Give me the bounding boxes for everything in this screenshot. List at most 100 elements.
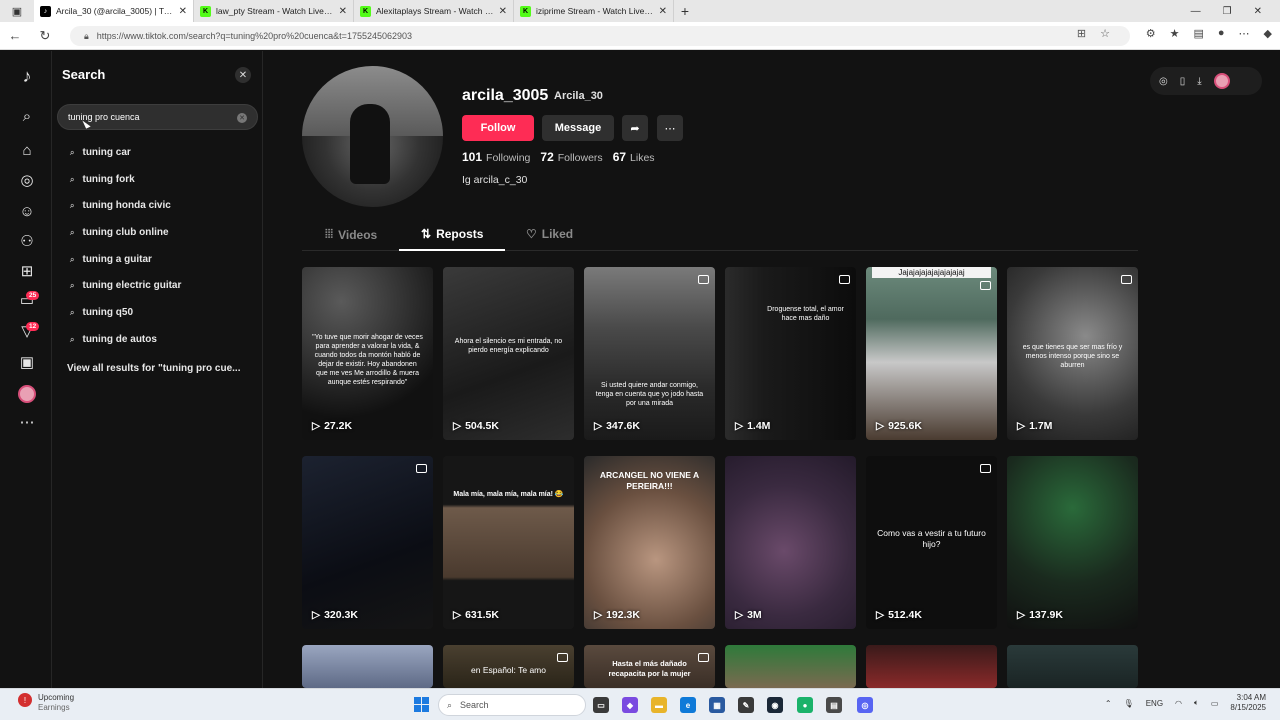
microphone-icon[interactable]: 🎙︎ (1124, 699, 1134, 708)
edge-icon[interactable]: e (680, 697, 696, 713)
video-card[interactable]: ARCANGEL NO VIENE A PEREIRA!!! ▷ 192.3K (584, 456, 715, 629)
video-card[interactable]: Como vas a vestir a tu futuro hijo? ▷ 512… (866, 456, 997, 629)
back-icon[interactable]: ← (0, 28, 30, 43)
avatar[interactable] (1213, 73, 1230, 89)
live-icon[interactable]: ▣ (16, 351, 38, 373)
more-icon[interactable]: ⋯ (1239, 27, 1250, 40)
tab-reposts[interactable]: ⇅ Reposts (421, 227, 483, 241)
search-suggestion[interactable]: ⌕ tuning a guitar (70, 254, 152, 265)
clock[interactable]: 3:04 AM 8/15/2025 (1230, 693, 1266, 713)
chevron-up-icon[interactable]: ⌃ (1105, 699, 1112, 708)
weather-widget[interactable]: ! Upcoming Earnings (18, 693, 74, 712)
url-field[interactable]: 🔒︎ https://www.tiktok.com/search?q=tunin… (70, 26, 1130, 46)
tab-liked[interactable]: ♡ Liked (526, 227, 573, 241)
explore-icon[interactable]: ◎ (16, 169, 38, 191)
tab-videos[interactable]: ⦙⦙⦙ Videos (325, 227, 377, 242)
browser-tab[interactable]: K Alexitaplays Stream - Watch Live ✕ (354, 0, 514, 22)
avatar[interactable] (18, 385, 36, 403)
video-card[interactable]: Mala mía, mala mía, mala mía! 😂 ▷ 631.5K (443, 456, 574, 629)
explore-icon[interactable]: ◎ (1159, 76, 1168, 87)
video-card[interactable]: ▷ 137.9K (1007, 456, 1138, 629)
home-icon[interactable]: ⌂ (16, 139, 38, 161)
volume-icon[interactable]: 🔈︎ (1194, 698, 1199, 708)
file-explorer-icon[interactable]: ▬ (651, 697, 667, 713)
language-indicator[interactable]: ENG (1146, 699, 1163, 708)
video-card[interactable]: Si usted quiere andar conmigo, tenga en … (584, 267, 715, 440)
notepad-icon[interactable]: ✎ (738, 697, 754, 713)
minimize-icon[interactable]: — (1191, 6, 1201, 17)
copilot-icon[interactable]: ◆ (1264, 27, 1272, 40)
video-card[interactable] (725, 645, 856, 688)
clear-search-icon[interactable]: ✕ (237, 113, 247, 123)
refresh-icon[interactable]: ↻ (30, 28, 60, 44)
video-card[interactable]: "Yo tuve que morir ahogar de veces para … (302, 267, 433, 440)
search-suggestion[interactable]: ⌕ tuning electric guitar (70, 280, 181, 291)
following-stat[interactable]: 101 Following (462, 150, 530, 164)
video-card[interactable]: en Español: Te amo (443, 645, 574, 688)
search-suggestion[interactable]: ⌕ tuning car (70, 147, 131, 158)
browser-tab[interactable]: K iziprime Stream - Watch Live on K ✕ (514, 0, 674, 22)
video-card[interactable]: es que tienes que ser mas frío y menos i… (1007, 267, 1138, 440)
browser-tab[interactable]: K law_pty Stream - Watch Live on K ✕ (194, 0, 354, 22)
app-icon[interactable]: ● (797, 697, 813, 713)
video-card[interactable] (302, 645, 433, 688)
followers-stat[interactable]: 72 Followers (540, 150, 602, 164)
windows-start-icon[interactable] (414, 697, 429, 712)
wifi-icon[interactable]: ◠ (1175, 699, 1182, 708)
favorite-star-icon[interactable]: ☆ (1100, 27, 1110, 40)
profile-icon[interactable]: ● (1218, 27, 1225, 40)
favorites-icon[interactable]: ★ (1170, 27, 1180, 40)
more-options-icon[interactable]: ⋯ (657, 115, 683, 141)
restore-icon[interactable]: ❐ (1223, 6, 1232, 17)
close-tab-icon[interactable]: ✕ (499, 6, 507, 17)
search-suggestion[interactable]: ⌕ tuning club online (70, 227, 169, 238)
steam-icon[interactable]: ◉ (767, 697, 783, 713)
more-icon[interactable]: ⋯ (16, 411, 38, 433)
search-suggestion[interactable]: ⌕ tuning de autos (70, 334, 157, 345)
battery-icon[interactable]: ▭ (1211, 699, 1219, 708)
close-tab-icon[interactable]: ✕ (659, 6, 667, 17)
message-button[interactable]: Message (542, 115, 614, 141)
store-icon[interactable]: ▦ (709, 697, 725, 713)
lock-icon[interactable]: 🔒︎ (84, 31, 89, 42)
copilot-icon[interactable]: ◆ (622, 697, 638, 713)
search-icon[interactable]: ⌕ (16, 105, 38, 127)
tab-actions-icon[interactable]: ▣ (0, 0, 34, 22)
close-tab-icon[interactable]: ✕ (179, 6, 187, 17)
search-suggestion[interactable]: ⌕ tuning fork (70, 174, 135, 185)
share-icon[interactable]: ➦ (622, 115, 648, 141)
video-card[interactable]: Jajajajajajajajajajaj ▷ 925.6K (866, 267, 997, 440)
video-card[interactable] (866, 645, 997, 688)
close-tab-icon[interactable]: ✕ (339, 6, 347, 17)
video-card[interactable] (1007, 645, 1138, 688)
discord-icon[interactable]: ◎ (857, 697, 873, 713)
new-tab-button[interactable]: + (674, 3, 696, 19)
extensions-icon[interactable]: ⚙ (1146, 27, 1156, 40)
close-icon[interactable]: ✕ (235, 67, 251, 83)
search-input[interactable] (68, 112, 228, 122)
video-card[interactable]: Hasta el más dañado recapacita por la mu… (584, 645, 715, 688)
browser-tab[interactable]: ♪ Arcila_30 (@arcila_3005) | TikTok ✕ (34, 0, 194, 22)
search-suggestion[interactable]: ⌕ tuning honda civic (70, 200, 171, 211)
profile-avatar[interactable] (302, 66, 443, 207)
calculator-icon[interactable]: ▤ (826, 697, 842, 713)
view-all-results-link[interactable]: View all results for "tuning pro cue... (67, 363, 253, 374)
friends-icon[interactable]: ⚇ (16, 230, 38, 252)
taskbar-search[interactable]: ⌕ Search (438, 694, 586, 716)
follow-button[interactable]: Follow (462, 115, 534, 141)
collections-icon[interactable]: ▤ (1193, 27, 1203, 40)
video-card[interactable]: ▷ 3M (725, 456, 856, 629)
upload-icon[interactable]: ⊞ (16, 260, 38, 282)
search-suggestion[interactable]: ⌕ tuning q50 (70, 307, 133, 318)
video-card[interactable]: Droguense total, el amor hace mas daño ▷… (725, 267, 856, 440)
video-card[interactable]: Ahora el silencio es mi entrada, no pier… (443, 267, 574, 440)
app-available-icon[interactable]: ⊞ (1077, 27, 1086, 40)
following-icon[interactable]: ☺ (16, 200, 38, 222)
close-window-icon[interactable]: ✕ (1254, 6, 1262, 17)
video-card[interactable]: ▷ 320.3K (302, 456, 433, 629)
search-field[interactable]: ✕ (57, 104, 258, 130)
tiktok-logo-icon[interactable]: ♪ (16, 65, 38, 87)
task-view-icon[interactable]: ▭ (593, 697, 609, 713)
device-icon[interactable]: ▯ (1180, 76, 1186, 87)
download-icon[interactable]: ⤓ (1197, 76, 1201, 87)
